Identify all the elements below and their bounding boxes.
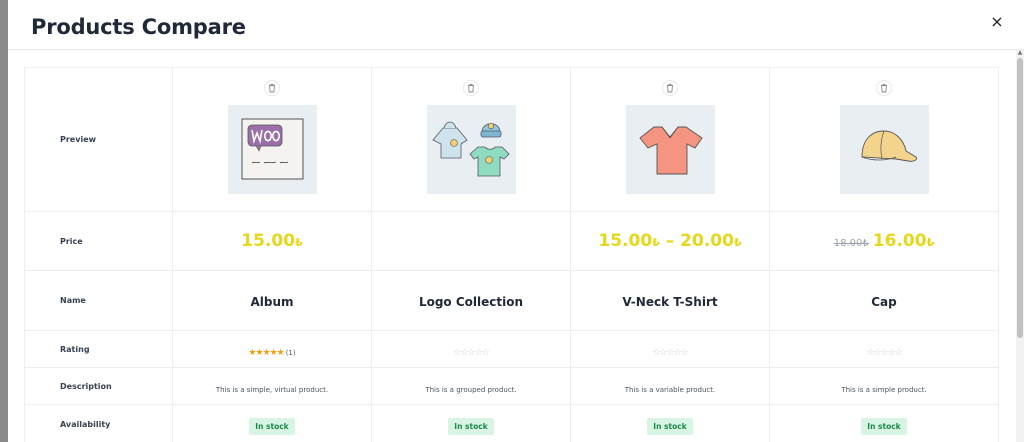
- star-rating: ☆☆☆☆☆: [652, 347, 688, 358]
- product-preview-cell: [769, 67, 999, 212]
- stock-status-badge: In stock: [448, 418, 494, 435]
- product-description: This is a simple product.: [841, 385, 927, 394]
- name-cell: Album: [172, 270, 372, 331]
- product-image-vneck-tshirt[interactable]: [625, 105, 715, 194]
- preview-row: Preview: [24, 67, 999, 212]
- product-preview-cell: [371, 67, 571, 212]
- trash-icon: [468, 83, 474, 93]
- product-name-link[interactable]: Album: [250, 295, 293, 309]
- description-cell: This is a variable product.: [570, 367, 770, 405]
- description-cell: This is a simple, virtual product.: [172, 367, 372, 405]
- cap-image: [861, 130, 917, 162]
- price-row: Price 15.00₺ 15.00₺ – 20.00₺ 18.00₺ 16.00…: [24, 211, 999, 271]
- rating-cell: ★★★★★ (1): [172, 330, 372, 368]
- name-row: Name Album Logo Collection V-Neck T-Shir…: [24, 270, 999, 331]
- stock-status-badge: In stock: [647, 418, 693, 435]
- product-price-range: 15.00₺ – 20.00₺: [598, 231, 742, 251]
- name-cell: Logo Collection: [371, 270, 571, 331]
- row-label-rating: Rating: [24, 330, 173, 368]
- compare-modal: Products Compare × Preview Price 15.00₺ …: [8, 0, 1024, 442]
- product-image-logo-collection[interactable]: [426, 105, 516, 194]
- row-label-availability: Availability: [24, 404, 173, 442]
- product-image-cap[interactable]: [839, 105, 929, 194]
- product-name-link[interactable]: Cap: [871, 295, 897, 309]
- availability-cell: In stock: [570, 404, 770, 442]
- star-rating: ☆☆☆☆☆: [866, 347, 902, 358]
- availability-cell: In stock: [769, 404, 999, 442]
- star-rating: ☆☆☆☆☆: [453, 347, 489, 358]
- product-price: 18.00₺ 16.00₺: [833, 231, 935, 251]
- availability-cell: In stock: [371, 404, 571, 442]
- price-cell: 18.00₺ 16.00₺: [769, 211, 999, 271]
- stock-status-badge: In stock: [861, 418, 907, 435]
- review-count: (1): [285, 348, 296, 357]
- vertical-scrollbar[interactable]: ▲: [1016, 50, 1024, 442]
- old-price: 18.00₺: [833, 238, 869, 249]
- modal-title: Products Compare: [31, 15, 246, 39]
- modal-header: Products Compare ×: [8, 0, 1024, 50]
- product-image-album[interactable]: [227, 105, 317, 194]
- price-cell: 15.00₺: [172, 211, 372, 271]
- scroll-up-arrow-icon[interactable]: ▲: [1017, 50, 1023, 56]
- product-description: This is a grouped product.: [425, 385, 517, 394]
- description-cell: This is a simple product.: [769, 367, 999, 405]
- product-description: This is a variable product.: [624, 385, 716, 394]
- row-label-price: Price: [24, 211, 173, 271]
- scrollbar-thumb[interactable]: [1017, 58, 1023, 338]
- row-label-preview: Preview: [24, 67, 173, 212]
- woo-album-image: [241, 118, 303, 180]
- availability-row: Availability In stock In stock In stock …: [24, 404, 999, 442]
- rating-row: Rating ★★★★★ (1) ☆☆☆☆☆ ☆☆☆☆☆ ☆☆☆☆☆: [24, 330, 999, 368]
- price-cell: 15.00₺ – 20.00₺: [570, 211, 770, 271]
- price-cell: [371, 211, 571, 271]
- name-cell: Cap: [769, 270, 999, 331]
- modal-body: Preview Price 15.00₺ 15.00₺ – 20.00₺ 18.…: [8, 50, 1024, 442]
- remove-product-button[interactable]: [264, 80, 280, 96]
- product-price: 15.00₺: [241, 231, 303, 251]
- product-name-link[interactable]: Logo Collection: [419, 295, 523, 309]
- trash-icon: [881, 83, 887, 93]
- product-name-link[interactable]: V-Neck T-Shirt: [622, 295, 717, 309]
- trash-icon: [667, 83, 673, 93]
- remove-product-button[interactable]: [463, 80, 479, 96]
- vneck-tshirt-image: [638, 126, 703, 175]
- name-cell: V-Neck T-Shirt: [570, 270, 770, 331]
- stock-status-badge: In stock: [249, 418, 295, 435]
- row-label-description: Description: [24, 367, 173, 405]
- close-button[interactable]: ×: [988, 12, 1006, 32]
- product-preview-cell: [172, 67, 372, 212]
- rating-cell: ☆☆☆☆☆: [769, 330, 999, 368]
- availability-cell: In stock: [172, 404, 372, 442]
- row-label-name: Name: [24, 270, 173, 331]
- star-rating: ★★★★★: [248, 347, 284, 358]
- rating-cell: ☆☆☆☆☆: [371, 330, 571, 368]
- description-cell: This is a grouped product.: [371, 367, 571, 405]
- logo-collection-image: [431, 121, 510, 177]
- description-row: Description This is a simple, virtual pr…: [24, 367, 999, 405]
- product-description: This is a simple, virtual product.: [215, 385, 329, 394]
- product-preview-cell: [570, 67, 770, 212]
- compare-table: Preview Price 15.00₺ 15.00₺ – 20.00₺ 18.…: [24, 67, 999, 442]
- trash-icon: [269, 83, 275, 93]
- remove-product-button[interactable]: [876, 80, 892, 96]
- rating-cell: ☆☆☆☆☆: [570, 330, 770, 368]
- remove-product-button[interactable]: [662, 80, 678, 96]
